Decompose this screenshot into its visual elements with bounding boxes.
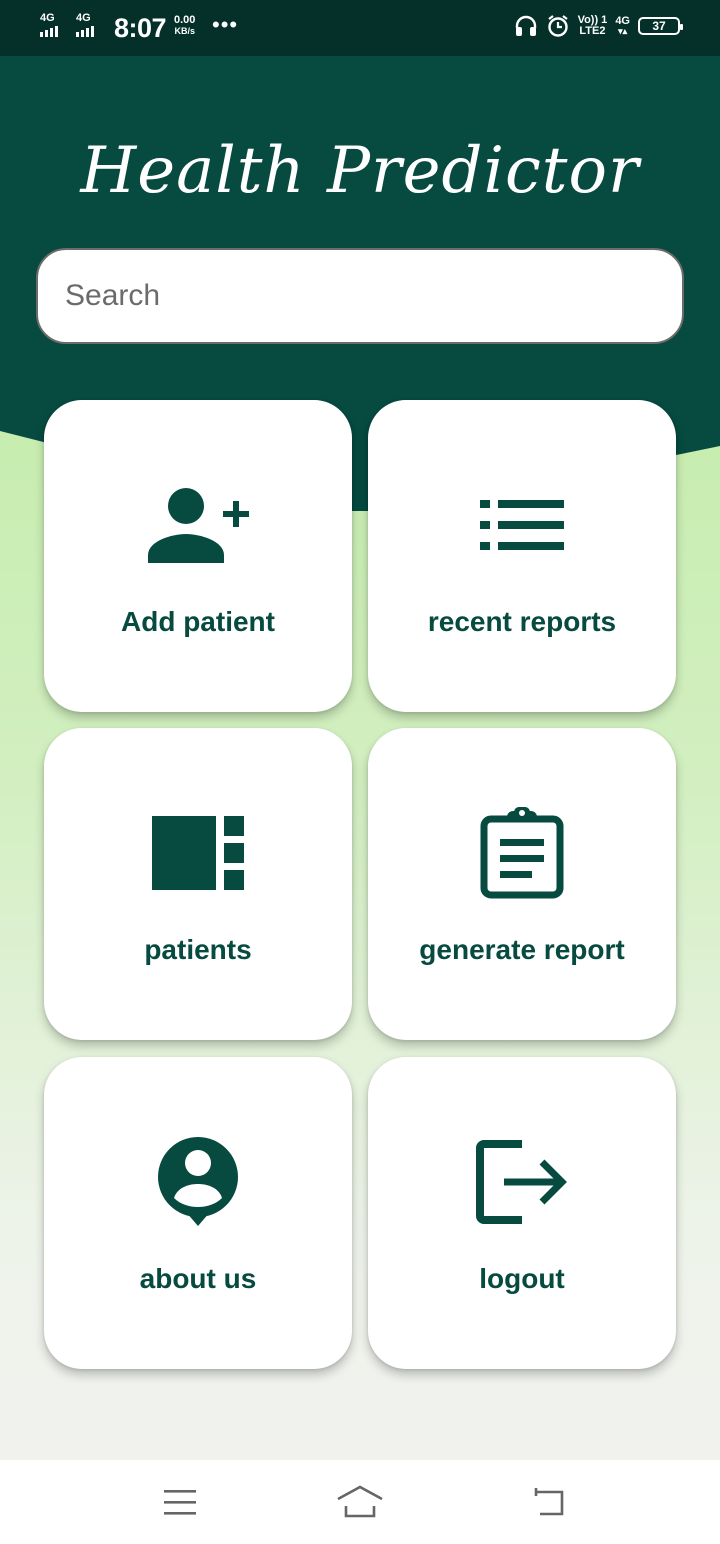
recent-reports-card[interactable]: recent reports — [368, 400, 676, 712]
person-pin-icon — [44, 1137, 352, 1227]
status-icons: Vo)) 1 LTE2 4G ▾▴ 37 — [514, 14, 683, 38]
home-icon — [337, 1485, 383, 1518]
back-button[interactable] — [520, 1482, 580, 1522]
logout-label: logout — [479, 1263, 565, 1294]
speed-value: 0.00 — [174, 14, 196, 26]
alarm-icon — [547, 15, 568, 37]
signal-bars-icon — [40, 26, 58, 37]
sim2-signal: 4G — [76, 13, 94, 37]
list-icon — [368, 480, 676, 570]
home-button[interactable] — [330, 1482, 390, 1522]
logout-card[interactable]: logout — [368, 1057, 676, 1369]
menu-icon — [164, 1490, 196, 1515]
data-arrows-icon: ▾▴ — [618, 26, 628, 36]
generate-report-label: generate report — [419, 934, 625, 965]
speed-unit: KB/s — [174, 26, 195, 36]
recent-reports-label: recent reports — [427, 606, 617, 637]
sim1-network-label: 4G — [40, 12, 55, 24]
headphones-icon — [515, 15, 536, 36]
add-patient-card[interactable]: Add patient — [44, 400, 352, 712]
network-speed: 0.00 KB/s — [174, 15, 195, 37]
clock: 8:07 — [114, 13, 167, 43]
patients-label: patients — [144, 934, 252, 965]
view-sidebar-icon — [44, 808, 352, 898]
sim2-network-label: 4G — [76, 12, 91, 24]
data-indicator: 4G ▾▴ — [615, 15, 630, 37]
search-input[interactable] — [36, 248, 684, 344]
logout-icon — [368, 1137, 676, 1227]
battery-icon: 37 — [638, 17, 683, 35]
sim1-signal: 4G — [40, 13, 58, 37]
status-bar: 4G 4G 8:07 0.00 KB/s ••• Vo)) 1 LTE2 4G … — [0, 0, 720, 56]
add-person-icon — [44, 480, 352, 570]
system-nav-bar — [0, 1460, 720, 1544]
signal-bars-icon — [76, 26, 94, 37]
add-patient-label: Add patient — [121, 606, 275, 637]
app-title: Health Predictor — [80, 134, 640, 208]
data-network-type: 4G — [615, 15, 630, 27]
generate-report-card[interactable]: generate report — [368, 728, 676, 1040]
volte-bottom: LTE2 — [579, 25, 606, 37]
back-icon — [534, 1488, 564, 1516]
volte-indicator: Vo)) 1 LTE2 — [578, 15, 608, 37]
battery-level: 37 — [652, 19, 666, 33]
patients-card[interactable]: patients — [44, 728, 352, 1040]
about-us-card[interactable]: about us — [44, 1057, 352, 1369]
more-notifications-icon: ••• — [212, 12, 239, 37]
about-us-label: about us — [139, 1263, 257, 1294]
clipboard-icon — [368, 807, 676, 899]
menu-button[interactable] — [150, 1482, 210, 1522]
